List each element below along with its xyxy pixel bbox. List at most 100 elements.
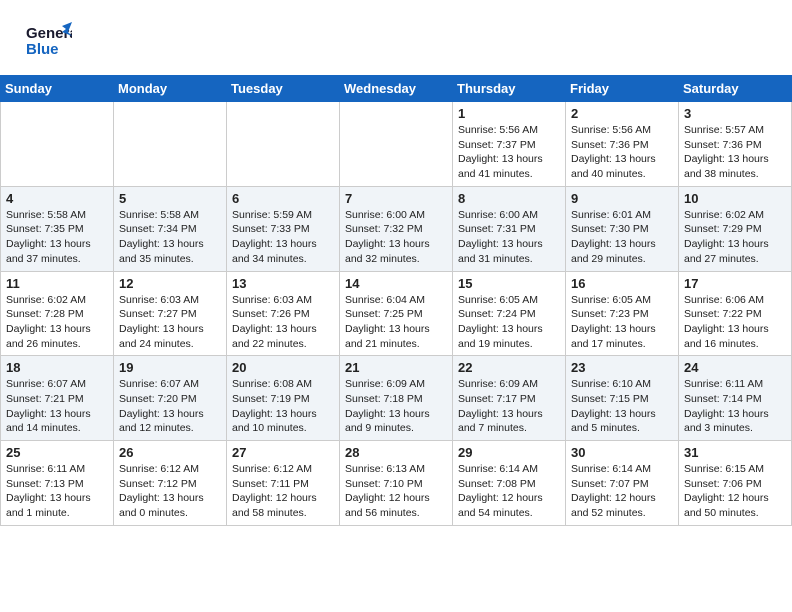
calendar-day-cell: 7Sunrise: 6:00 AM Sunset: 7:32 PM Daylig… [340,186,453,271]
calendar-day-cell: 9 Sunrise: 6:01 AM Sunset: 7:30 PM Daylig… [566,186,679,271]
weekday-header: Tuesday [227,76,340,102]
calendar-day-cell: 2 Sunrise: 5:56 AM Sunset: 7:36 PM Daylig… [566,102,679,187]
day-number: 21 [345,360,447,375]
calendar-day-cell: 30 Sunrise: 6:14 AM Sunset: 7:07 PM Dayli… [566,441,679,526]
calendar-week-row: 18 Sunrise: 6:07 AM Sunset: 7:21 PM Dayli… [1,356,792,441]
day-info: Sunrise: 6:12 AM Sunset: 7:12 PM Dayligh… [119,462,221,521]
day-number: 13 [232,276,334,291]
calendar-week-row: 1 Sunrise: 5:56 AM Sunset: 7:37 PM Daylig… [1,102,792,187]
day-number: 12 [119,276,221,291]
day-info: Sunrise: 5:58 AM Sunset: 7:35 PM Dayligh… [6,208,108,267]
day-info: Sunrise: 6:08 AM Sunset: 7:19 PM Dayligh… [232,377,334,436]
calendar-day-cell [227,102,340,187]
day-number: 17 [684,276,786,291]
calendar-day-cell: 17 Sunrise: 6:06 AM Sunset: 7:22 PM Dayli… [679,271,792,356]
calendar-day-cell: 8 Sunrise: 6:00 AM Sunset: 7:31 PM Daylig… [453,186,566,271]
calendar-day-cell: 31 Sunrise: 6:15 AM Sunset: 7:06 PM Dayli… [679,441,792,526]
day-info: Sunrise: 5:56 AM Sunset: 7:36 PM Dayligh… [571,123,673,182]
calendar-table: SundayMondayTuesdayWednesdayThursdayFrid… [0,75,792,526]
day-info: Sunrise: 6:00 AM Sunset: 7:31 PM Dayligh… [458,208,560,267]
weekday-header: Friday [566,76,679,102]
calendar-day-cell: 19Sunrise: 6:07 AM Sunset: 7:20 PM Dayli… [114,356,227,441]
calendar-day-cell: 5Sunrise: 5:58 AM Sunset: 7:34 PM Daylig… [114,186,227,271]
day-info: Sunrise: 6:15 AM Sunset: 7:06 PM Dayligh… [684,462,786,521]
day-number: 4 [6,191,108,206]
day-info: Sunrise: 6:00 AM Sunset: 7:32 PM Dayligh… [345,208,447,267]
calendar-day-cell: 10Sunrise: 6:02 AM Sunset: 7:29 PM Dayli… [679,186,792,271]
day-info: Sunrise: 6:14 AM Sunset: 7:07 PM Dayligh… [571,462,673,521]
day-info: Sunrise: 6:13 AM Sunset: 7:10 PM Dayligh… [345,462,447,521]
day-number: 15 [458,276,560,291]
day-info: Sunrise: 6:06 AM Sunset: 7:22 PM Dayligh… [684,293,786,352]
calendar-day-cell: 25 Sunrise: 6:11 AM Sunset: 7:13 PM Dayli… [1,441,114,526]
day-info: Sunrise: 5:56 AM Sunset: 7:37 PM Dayligh… [458,123,560,182]
day-info: Sunrise: 6:05 AM Sunset: 7:24 PM Dayligh… [458,293,560,352]
day-info: Sunrise: 5:57 AM Sunset: 7:36 PM Dayligh… [684,123,786,182]
calendar-day-cell: 14Sunrise: 6:04 AM Sunset: 7:25 PM Dayli… [340,271,453,356]
day-number: 29 [458,445,560,460]
day-number: 31 [684,445,786,460]
calendar-day-cell: 18 Sunrise: 6:07 AM Sunset: 7:21 PM Dayli… [1,356,114,441]
calendar-day-cell [1,102,114,187]
calendar-day-cell: 21 Sunrise: 6:09 AM Sunset: 7:18 PM Dayli… [340,356,453,441]
day-info: Sunrise: 5:58 AM Sunset: 7:34 PM Dayligh… [119,208,221,267]
calendar-day-cell: 29 Sunrise: 6:14 AM Sunset: 7:08 PM Dayli… [453,441,566,526]
page-header: General Blue [0,0,792,75]
weekday-header: Monday [114,76,227,102]
calendar-day-cell: 11 Sunrise: 6:02 AM Sunset: 7:28 PM Dayli… [1,271,114,356]
day-info: Sunrise: 6:03 AM Sunset: 7:26 PM Dayligh… [232,293,334,352]
calendar-day-cell: 6 Sunrise: 5:59 AM Sunset: 7:33 PM Daylig… [227,186,340,271]
svg-text:Blue: Blue [26,41,59,58]
day-number: 26 [119,445,221,460]
calendar-day-cell: 15 Sunrise: 6:05 AM Sunset: 7:24 PM Dayli… [453,271,566,356]
calendar-week-row: 11 Sunrise: 6:02 AM Sunset: 7:28 PM Dayli… [1,271,792,356]
day-number: 9 [571,191,673,206]
calendar-day-cell: 27 Sunrise: 6:12 AM Sunset: 7:11 PM Dayli… [227,441,340,526]
day-number: 24 [684,360,786,375]
day-number: 27 [232,445,334,460]
logo-icon: General Blue [24,18,72,62]
day-number: 8 [458,191,560,206]
calendar-day-cell: 1 Sunrise: 5:56 AM Sunset: 7:37 PM Daylig… [453,102,566,187]
calendar-day-cell: 24Sunrise: 6:11 AM Sunset: 7:14 PM Dayli… [679,356,792,441]
day-number: 10 [684,191,786,206]
calendar-day-cell: 13 Sunrise: 6:03 AM Sunset: 7:26 PM Dayli… [227,271,340,356]
day-number: 25 [6,445,108,460]
day-number: 16 [571,276,673,291]
day-number: 28 [345,445,447,460]
day-number: 3 [684,106,786,121]
day-info: Sunrise: 6:07 AM Sunset: 7:21 PM Dayligh… [6,377,108,436]
day-number: 11 [6,276,108,291]
day-number: 30 [571,445,673,460]
calendar-day-cell: 3 Sunrise: 5:57 AM Sunset: 7:36 PM Daylig… [679,102,792,187]
day-info: Sunrise: 6:14 AM Sunset: 7:08 PM Dayligh… [458,462,560,521]
calendar-week-row: 4 Sunrise: 5:58 AM Sunset: 7:35 PM Daylig… [1,186,792,271]
day-info: Sunrise: 6:04 AM Sunset: 7:25 PM Dayligh… [345,293,447,352]
calendar-day-cell: 4 Sunrise: 5:58 AM Sunset: 7:35 PM Daylig… [1,186,114,271]
calendar-day-cell: 23Sunrise: 6:10 AM Sunset: 7:15 PM Dayli… [566,356,679,441]
day-number: 18 [6,360,108,375]
calendar-day-cell: 28 Sunrise: 6:13 AM Sunset: 7:10 PM Dayli… [340,441,453,526]
day-info: Sunrise: 6:09 AM Sunset: 7:17 PM Dayligh… [458,377,560,436]
day-info: Sunrise: 5:59 AM Sunset: 7:33 PM Dayligh… [232,208,334,267]
calendar-day-cell: 16 Sunrise: 6:05 AM Sunset: 7:23 PM Dayli… [566,271,679,356]
calendar-day-cell: 26 Sunrise: 6:12 AM Sunset: 7:12 PM Dayli… [114,441,227,526]
calendar-header-row: SundayMondayTuesdayWednesdayThursdayFrid… [1,76,792,102]
calendar-day-cell [114,102,227,187]
day-number: 1 [458,106,560,121]
day-info: Sunrise: 6:10 AM Sunset: 7:15 PM Dayligh… [571,377,673,436]
calendar-day-cell: 22Sunrise: 6:09 AM Sunset: 7:17 PM Dayli… [453,356,566,441]
day-info: Sunrise: 6:01 AM Sunset: 7:30 PM Dayligh… [571,208,673,267]
day-number: 2 [571,106,673,121]
weekday-header: Thursday [453,76,566,102]
day-info: Sunrise: 6:02 AM Sunset: 7:28 PM Dayligh… [6,293,108,352]
day-info: Sunrise: 6:11 AM Sunset: 7:13 PM Dayligh… [6,462,108,521]
day-info: Sunrise: 6:12 AM Sunset: 7:11 PM Dayligh… [232,462,334,521]
day-number: 19 [119,360,221,375]
day-info: Sunrise: 6:05 AM Sunset: 7:23 PM Dayligh… [571,293,673,352]
day-number: 6 [232,191,334,206]
day-number: 20 [232,360,334,375]
weekday-header: Sunday [1,76,114,102]
day-info: Sunrise: 6:09 AM Sunset: 7:18 PM Dayligh… [345,377,447,436]
logo: General Blue [24,18,72,67]
